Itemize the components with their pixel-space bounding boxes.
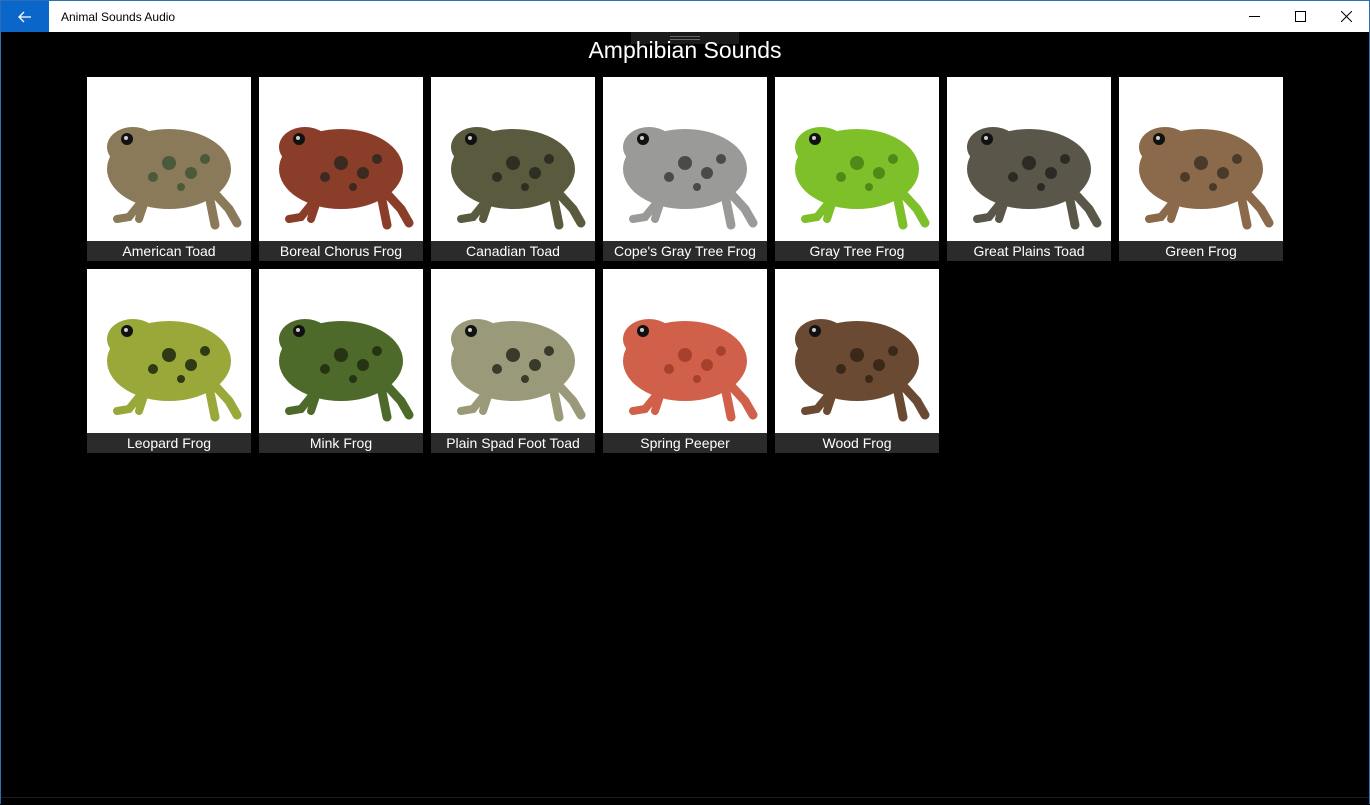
frog-icon (795, 127, 930, 230)
animal-tile-label: Wood Frog (775, 433, 939, 453)
frog-icon (451, 127, 586, 230)
minimize-icon (1248, 16, 1260, 17)
frog-image (603, 77, 767, 241)
animal-tile-label: Boreal Chorus Frog (259, 241, 423, 261)
animal-tile-label: Gray Tree Frog (775, 241, 939, 261)
frog-image (87, 269, 251, 433)
maximize-icon (1294, 11, 1306, 22)
page-title: Amphibian Sounds (588, 37, 782, 63)
frog-icon (451, 319, 586, 422)
frog-icon (967, 127, 1102, 230)
frog-icon (623, 319, 758, 422)
back-arrow-icon (18, 11, 31, 22)
frog-image (259, 77, 423, 241)
animal-tile-label: American Toad (87, 241, 251, 261)
frog-image (259, 269, 423, 433)
animal-tile[interactable]: American Toad (87, 77, 251, 261)
animal-tile-label: Cope's Gray Tree Frog (603, 241, 767, 261)
animal-tile-label: Great Plains Toad (947, 241, 1111, 261)
animal-tile[interactable]: Cope's Gray Tree Frog (603, 77, 767, 261)
frog-icon (795, 319, 930, 422)
frog-image (87, 77, 251, 241)
animal-tile-label: Canadian Toad (431, 241, 595, 261)
animal-tile-label: Leopard Frog (87, 433, 251, 453)
frog-image (603, 269, 767, 433)
animal-tile-label: Mink Frog (259, 433, 423, 453)
amphibian-grid: American Toad Boreal Chorus Frog Canadian … (87, 77, 1287, 453)
close-icon (1340, 11, 1352, 22)
minimize-button[interactable] (1231, 1, 1277, 32)
animal-tile[interactable]: Gray Tree Frog (775, 77, 939, 261)
frog-icon (623, 127, 758, 230)
frog-image (775, 269, 939, 433)
frog-icon (1139, 127, 1274, 230)
animal-tile[interactable]: Spring Peeper (603, 269, 767, 453)
frog-icon (279, 127, 414, 230)
frog-image (947, 77, 1111, 241)
app-title: Animal Sounds Audio (61, 9, 176, 24)
back-button[interactable] (1, 1, 49, 32)
maximize-button[interactable] (1277, 1, 1323, 32)
animal-tile-label: Green Frog (1119, 241, 1283, 261)
animal-tile[interactable]: Wood Frog (775, 269, 939, 453)
animal-tile[interactable]: Great Plains Toad (947, 77, 1111, 261)
frog-image (431, 77, 595, 241)
animal-tile[interactable]: Green Frog (1119, 77, 1283, 261)
close-button[interactable] (1323, 1, 1369, 32)
animal-tile-label: Plain Spad Foot Toad (431, 433, 595, 453)
title-bar: Animal Sounds Audio (1, 1, 1369, 32)
animal-tile[interactable]: Canadian Toad (431, 77, 595, 261)
animal-tile[interactable]: Leopard Frog (87, 269, 251, 453)
animal-tile[interactable]: Plain Spad Foot Toad (431, 269, 595, 453)
animal-tile[interactable]: Boreal Chorus Frog (259, 77, 423, 261)
app-window: Animal Sounds Audio Amphibian Sounds Ame… (0, 0, 1370, 805)
frog-icon (107, 319, 242, 422)
frog-icon (279, 319, 414, 422)
window-controls (1231, 1, 1369, 32)
frog-icon (107, 127, 242, 230)
animal-tile[interactable]: Mink Frog (259, 269, 423, 453)
frog-image (1119, 77, 1283, 241)
animal-tile-label: Spring Peeper (603, 433, 767, 453)
frog-image (775, 77, 939, 241)
frog-image (431, 269, 595, 433)
